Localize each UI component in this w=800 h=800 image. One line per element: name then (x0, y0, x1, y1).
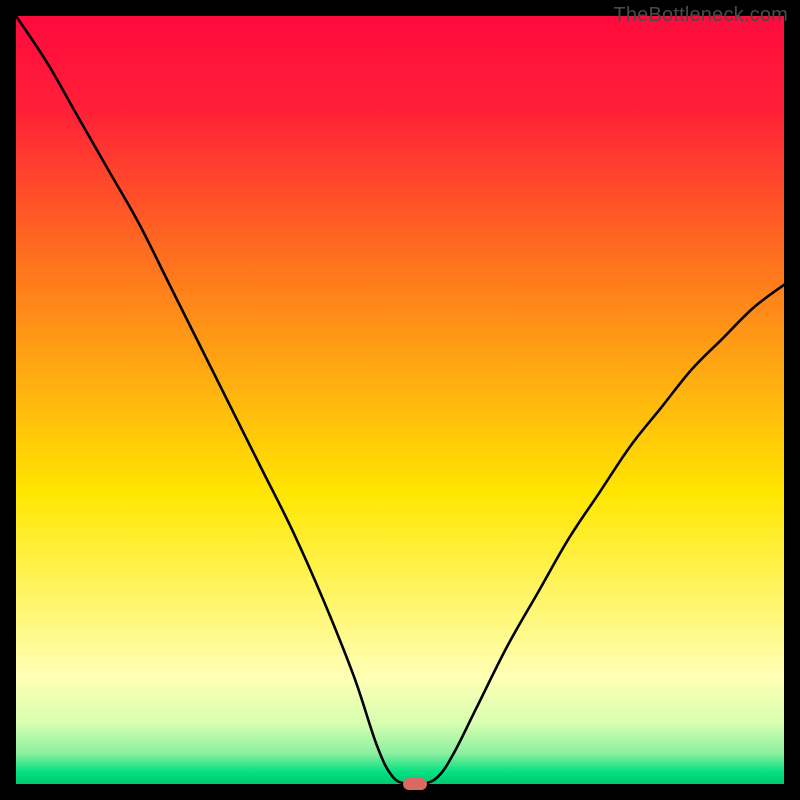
optimal-point-marker (403, 778, 427, 790)
bottleneck-chart (16, 16, 784, 784)
chart-canvas (16, 16, 784, 784)
attribution-text: TheBottleneck.com (613, 4, 788, 27)
